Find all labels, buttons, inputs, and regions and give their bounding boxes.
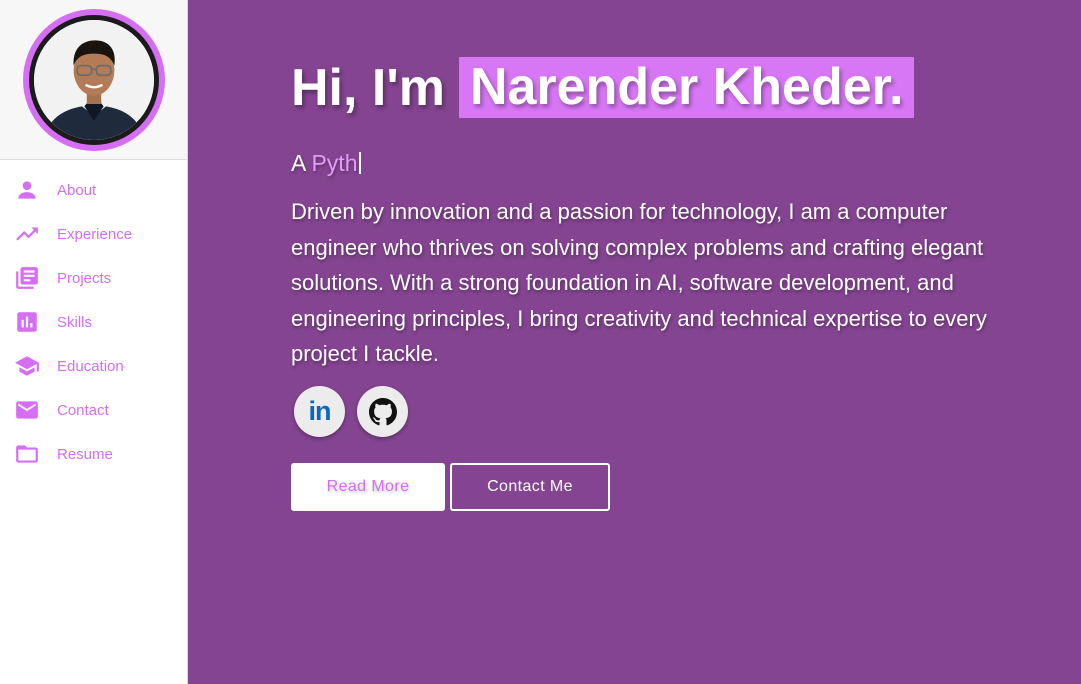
linkedin-button[interactable]: in (294, 386, 345, 437)
typed-text: Pyth (311, 150, 358, 176)
library-books-icon (14, 265, 40, 291)
sidebar-item-label: Projects (57, 269, 112, 287)
sidebar-item-projects[interactable]: Projects (0, 256, 187, 300)
avatar[interactable] (22, 8, 165, 151)
cta-buttons: Read More Contact Me (291, 463, 610, 511)
sidebar-nav: About Experience Projects Skills Educati… (0, 160, 187, 476)
typing-caret (358, 152, 361, 174)
contact-me-button[interactable]: Contact Me (450, 463, 610, 511)
sidebar-item-label: About (57, 181, 97, 199)
avatar-section (0, 0, 187, 160)
sidebar-item-resume[interactable]: Resume (0, 432, 187, 476)
name-highlight: Narender Kheder. (458, 57, 915, 118)
typing-subtitle: A Pyth (291, 150, 361, 177)
trending-up-icon (14, 221, 40, 247)
greeting-text: Hi, I'm (291, 58, 445, 117)
sidebar-item-education[interactable]: Education (0, 344, 187, 388)
person-icon (14, 177, 40, 203)
github-icon (368, 397, 397, 425)
sidebar-item-skills[interactable]: Skills (0, 300, 187, 344)
bio-paragraph: Driven by innovation and a passion for t… (291, 199, 987, 367)
graduation-cap-icon (14, 353, 40, 379)
github-button[interactable] (357, 386, 408, 437)
sidebar: About Experience Projects Skills Educati… (0, 0, 188, 684)
bar-chart-icon (14, 309, 40, 335)
linkedin-icon: in (308, 396, 332, 426)
sidebar-item-label: Experience (57, 225, 133, 243)
folder-icon (14, 441, 40, 467)
sidebar-item-experience[interactable]: Experience (0, 212, 187, 256)
profile-photo (33, 19, 154, 140)
social-links: in (294, 386, 408, 437)
typing-prefix: A (291, 150, 306, 176)
sidebar-item-contact[interactable]: Contact (0, 388, 187, 432)
read-more-button[interactable]: Read More (291, 463, 445, 511)
hero-section: Hi, I'm Narender Kheder. A Pyth Driven b… (188, 0, 1081, 684)
sidebar-item-label: Education (57, 357, 124, 375)
sidebar-item-label: Contact (57, 401, 109, 419)
sidebar-item-label: Skills (57, 313, 93, 331)
avatar-border (28, 14, 159, 145)
sidebar-item-label: Resume (57, 445, 113, 463)
mail-icon (14, 397, 40, 423)
profile-photo-illustration (33, 19, 154, 140)
sidebar-item-about[interactable]: About (0, 168, 187, 212)
page-title: Hi, I'm Narender Kheder. (291, 57, 915, 118)
